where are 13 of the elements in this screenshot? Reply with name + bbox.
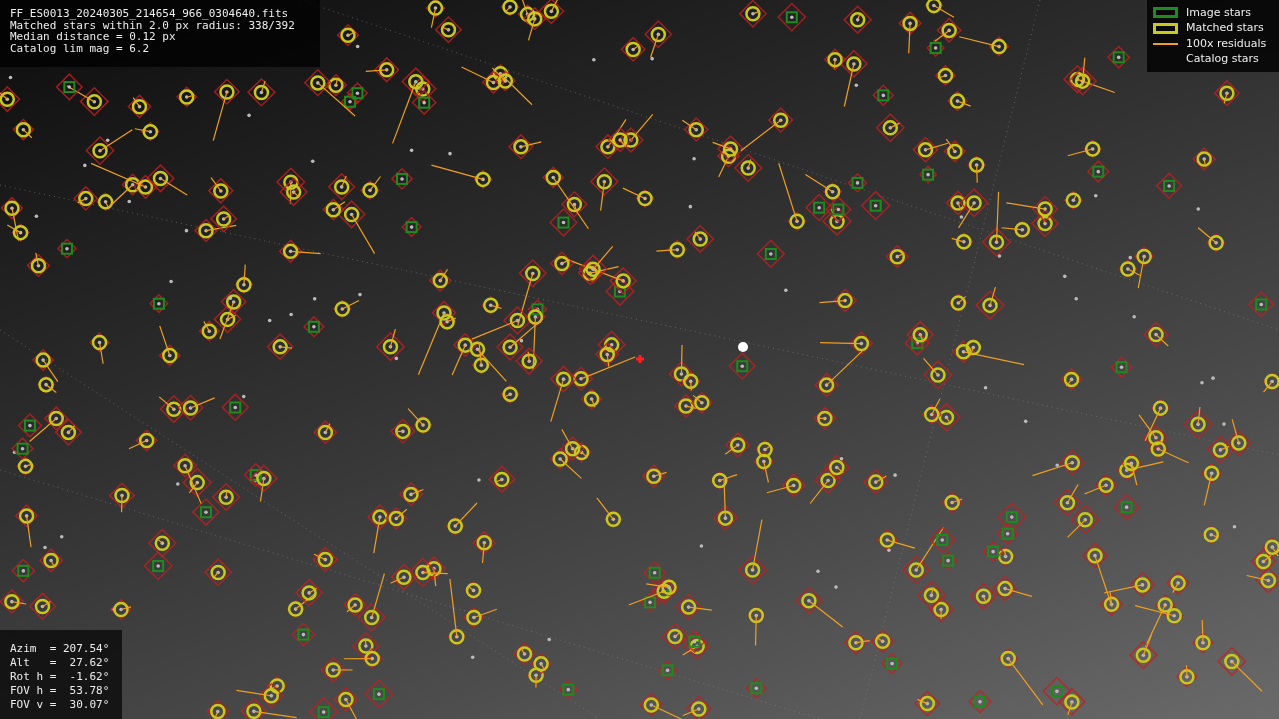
info-line: Matched stars within 2.0 px radius: 338/392 xyxy=(10,19,295,31)
pointing-line: Alt = 27.62° xyxy=(10,656,110,670)
legend-label: Image stars xyxy=(1186,4,1251,21)
pointing-line: FOV v = 30.07° xyxy=(10,698,110,712)
info-line: FF_ES0013_20240305_214654_966_0304640.fits xyxy=(10,8,289,20)
pointing-line: Rot h = -1.62° xyxy=(10,670,110,684)
legend-label: Matched stars xyxy=(1186,20,1264,36)
pointing-line: Azim = 207.54° xyxy=(10,642,110,656)
pointing-line: FOV h = 53.78° xyxy=(10,684,110,698)
info-line: Median distance = 0.12 px xyxy=(10,31,176,43)
info-line: Catalog lim mag = 6.2 xyxy=(10,42,150,54)
legend-label: Catalog stars xyxy=(1186,51,1259,67)
legend-label: 100x residuals xyxy=(1186,35,1267,52)
